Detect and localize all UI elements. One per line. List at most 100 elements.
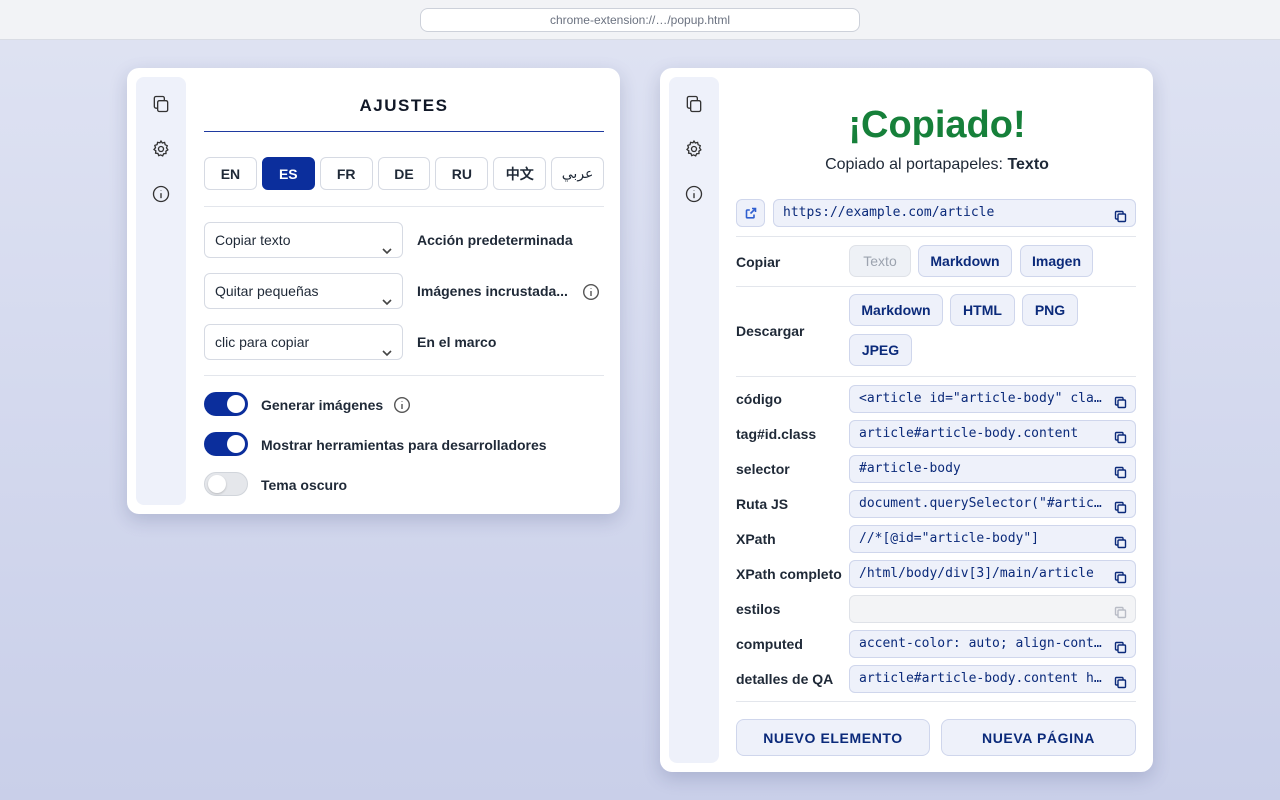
- divider: [736, 236, 1136, 237]
- url-value: https://example.com/article: [783, 205, 995, 220]
- title-underline: [204, 131, 604, 132]
- copy-icon[interactable]: [1114, 533, 1127, 549]
- prop-field-styles[interactable]: [849, 595, 1136, 623]
- select-value: clic para copiar: [215, 334, 310, 350]
- divider: [736, 701, 1136, 702]
- sidebar: [136, 77, 186, 505]
- sidebar: [669, 77, 719, 763]
- prop-value: /html/body/div[3]/main/article: [859, 566, 1094, 581]
- generate-images-toggle[interactable]: [204, 392, 248, 416]
- url-field[interactable]: https://example.com/article: [773, 199, 1136, 227]
- prop-field-xpath[interactable]: //*[@id="article-body"]: [849, 525, 1136, 553]
- prop-label-styles: estilos: [736, 601, 781, 617]
- prop-value: article#article-body.content html body: [859, 671, 1136, 686]
- copy-markdown-button[interactable]: Markdown: [918, 245, 1012, 277]
- divider: [204, 206, 604, 207]
- lang-ru-button[interactable]: RU: [435, 157, 489, 190]
- chevron-down-icon: [381, 337, 393, 357]
- copy-icon[interactable]: [1114, 673, 1127, 689]
- page-title: AJUSTES: [359, 96, 449, 115]
- frame-label: En el marco: [417, 334, 497, 350]
- settings-panel: AJUSTES EN ES FR DE RU 中文 عربي Copiar te…: [127, 68, 620, 514]
- lang-en-button[interactable]: EN: [204, 157, 257, 190]
- copy-icon[interactable]: [149, 92, 173, 116]
- prop-label-computed: computed: [736, 636, 803, 652]
- copied-panel: ¡Copiado! Copiado al portapapeles: Texto…: [660, 68, 1153, 772]
- copied-subtitle: Copiado al portapapeles: Texto: [737, 156, 1137, 174]
- lang-ar-button[interactable]: عربي: [551, 157, 605, 190]
- prop-value: article#article-body.content: [859, 426, 1079, 441]
- dark-theme-toggle[interactable]: [204, 472, 248, 496]
- external-link-icon: [745, 207, 756, 219]
- generate-images-label: Generar imágenes: [261, 397, 384, 413]
- subtitle-prefix: Copiado al portapapeles:: [825, 156, 1003, 173]
- copy-image-button[interactable]: Imagen: [1020, 245, 1093, 277]
- copy-icon[interactable]: [682, 92, 706, 116]
- gear-icon[interactable]: [682, 137, 706, 161]
- prop-value: //*[@id="article-body"]: [859, 531, 1040, 546]
- prop-field-full-xpath[interactable]: /html/body/div[3]/main/article: [849, 560, 1136, 588]
- prop-value: accent-color: auto; align-content: norma…: [859, 636, 1135, 651]
- prop-field-js-path[interactable]: document.querySelector("#article-body"): [849, 490, 1136, 518]
- copy-icon: [1114, 603, 1127, 619]
- copy-icon[interactable]: [1114, 498, 1127, 514]
- info-icon[interactable]: [393, 396, 411, 414]
- prop-label-selector: selector: [736, 461, 790, 477]
- default-action-label: Acción predeterminada: [417, 232, 573, 248]
- default-action-select[interactable]: Copiar texto: [204, 222, 403, 258]
- new-page-button[interactable]: NUEVA PÁGINA: [941, 719, 1136, 756]
- copy-text-button[interactable]: Texto: [849, 245, 911, 277]
- copy-icon[interactable]: [1114, 428, 1127, 444]
- lang-zh-button[interactable]: 中文: [493, 157, 547, 190]
- info-icon[interactable]: [682, 182, 706, 206]
- prop-label-js-path: Ruta JS: [736, 496, 789, 512]
- info-icon[interactable]: [149, 182, 173, 206]
- embedded-images-label: Imágenes incrustada...: [417, 283, 568, 299]
- prop-field-tag[interactable]: article#article-body.content: [849, 420, 1136, 448]
- copy-icon[interactable]: [1114, 463, 1127, 479]
- prop-label-xpath: XPath: [736, 531, 776, 547]
- copy-section-label: Copiar: [736, 254, 781, 270]
- lang-es-button[interactable]: ES: [261, 157, 315, 190]
- new-element-button[interactable]: NUEVO ELEMENTO: [736, 719, 930, 756]
- dev-tools-label: Mostrar herramientas para desarrolladore…: [261, 437, 547, 453]
- select-value: Copiar texto: [215, 232, 291, 248]
- download-section-label: Descargar: [736, 323, 805, 339]
- language-selector: EN ES FR DE RU 中文 عربي: [204, 157, 605, 190]
- copied-title: ¡Copiado!: [848, 104, 1026, 146]
- prop-field-computed[interactable]: accent-color: auto; align-content: norma…: [849, 630, 1136, 658]
- prop-value: document.querySelector("#article-body"): [859, 496, 1136, 511]
- download-markdown-button[interactable]: Markdown: [849, 294, 943, 326]
- divider: [736, 376, 1136, 377]
- copy-icon[interactable]: [1114, 568, 1127, 584]
- prop-label-code: código: [736, 391, 782, 407]
- chevron-down-icon: [381, 235, 393, 255]
- download-jpeg-button[interactable]: JPEG: [849, 334, 912, 366]
- prop-label-tag: tag#id.class: [736, 426, 817, 442]
- divider: [204, 375, 604, 376]
- lang-de-button[interactable]: DE: [377, 157, 431, 190]
- copy-icon[interactable]: [1114, 207, 1127, 223]
- prop-value: <article id="article-body" class="conten…: [859, 391, 1135, 406]
- subtitle-value: Texto: [1007, 156, 1049, 173]
- download-png-button[interactable]: PNG: [1022, 294, 1078, 326]
- gear-icon[interactable]: [149, 137, 173, 161]
- prop-field-selector[interactable]: #article-body: [849, 455, 1136, 483]
- chevron-down-icon: [381, 286, 393, 306]
- address-bar[interactable]: chrome-extension://…/popup.html: [420, 8, 860, 32]
- frame-select[interactable]: clic para copiar: [204, 324, 403, 360]
- browser-toolbar: chrome-extension://…/popup.html: [0, 0, 1280, 40]
- dark-theme-label: Tema oscuro: [261, 477, 348, 493]
- copy-icon[interactable]: [1114, 393, 1127, 409]
- prop-field-qa-details[interactable]: article#article-body.content html body: [849, 665, 1136, 693]
- prop-label-full-xpath: XPath completo: [736, 566, 842, 582]
- info-icon[interactable]: [582, 283, 600, 301]
- download-html-button[interactable]: HTML: [950, 294, 1015, 326]
- open-link-button[interactable]: [736, 199, 765, 227]
- embedded-images-select[interactable]: Quitar pequeñas: [204, 273, 403, 309]
- dev-tools-toggle[interactable]: [204, 432, 248, 456]
- copy-icon[interactable]: [1114, 638, 1127, 654]
- lang-fr-button[interactable]: FR: [319, 157, 373, 190]
- prop-field-code[interactable]: <article id="article-body" class="conten…: [849, 385, 1136, 413]
- prop-label-qa-details: detalles de QA: [736, 671, 834, 687]
